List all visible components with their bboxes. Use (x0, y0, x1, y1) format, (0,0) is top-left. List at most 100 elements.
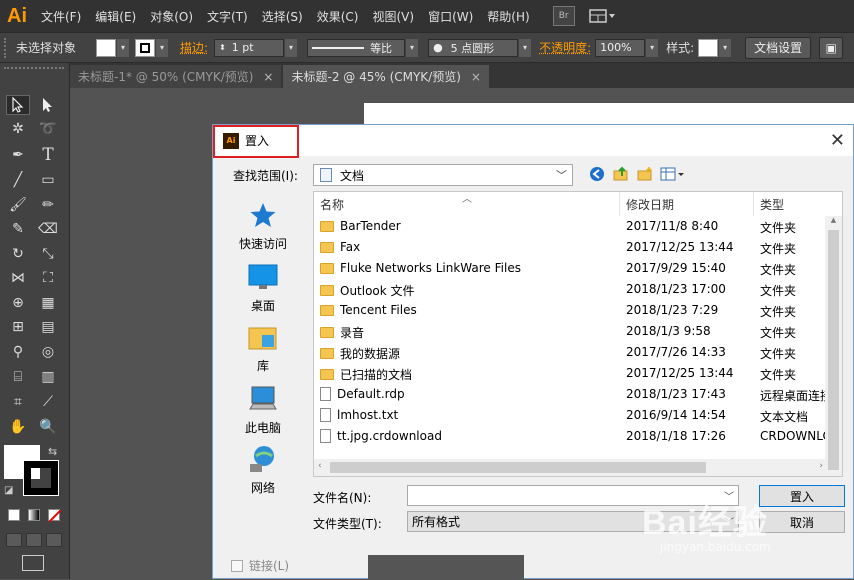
scroll-left-icon[interactable]: ‹ (318, 461, 322, 471)
back-icon[interactable] (587, 164, 607, 184)
artboard-tool-icon[interactable]: ⌗ (6, 392, 30, 412)
checkbox-box[interactable] (231, 560, 243, 572)
opacity-dropdown-icon[interactable]: ▾ (646, 39, 658, 57)
close-icon[interactable]: ✕ (830, 130, 845, 151)
place-quick-access[interactable]: 快速访问 (221, 199, 305, 252)
opacity-field[interactable]: 100% (595, 39, 645, 57)
preferences-icon[interactable]: ▣ (819, 37, 843, 59)
eyedropper-tool-icon[interactable]: ⚲ (6, 342, 30, 362)
brush-dropdown-icon[interactable]: ▾ (519, 39, 531, 57)
rectangle-tool-icon[interactable]: ▭ (36, 170, 60, 190)
close-icon[interactable]: × (263, 70, 273, 84)
chevron-down-icon[interactable]: ﹀ (556, 167, 567, 183)
vertical-scrollbar[interactable]: ▲ (825, 216, 842, 476)
file-row[interactable]: Outlook 文件 2018/1/23 17:00 文件夹 (314, 279, 834, 300)
style-dropdown-icon[interactable]: ▾ (719, 39, 731, 57)
width-tool-icon[interactable]: ⋈ (6, 268, 30, 288)
column-header-date[interactable]: 修改日期 (620, 192, 754, 216)
up-folder-icon[interactable] (611, 164, 631, 184)
magic-wand-tool-icon[interactable]: ✲ (6, 119, 30, 139)
place-desktop[interactable]: 桌面 (221, 261, 305, 314)
file-row[interactable]: 录音 2018/1/3 9:58 文件夹 (314, 321, 834, 342)
direct-selection-tool-icon[interactable] (36, 95, 60, 115)
swap-colors-icon[interactable]: ⇆ (48, 445, 57, 458)
column-header-name[interactable]: 名称 (314, 192, 620, 216)
file-row[interactable]: Default.rdp 2018/1/23 17:43 远程桌面连接 (314, 384, 834, 405)
stepper-icon[interactable]: ⬍ (219, 43, 226, 52)
color-mode-icon[interactable] (8, 509, 20, 521)
document-setup-button[interactable]: 文档设置 (745, 37, 811, 59)
menu-select[interactable]: 选择(S) (255, 8, 310, 25)
place-this-pc[interactable]: 此电脑 (221, 383, 305, 436)
stroke-color-icon[interactable] (24, 461, 58, 495)
brush-definition[interactable]: ● 5 点圆形 (428, 39, 518, 57)
file-row[interactable]: BarTender 2017/11/8 8:40 文件夹 (314, 216, 834, 237)
column-graph-tool-icon[interactable]: ▥ (36, 367, 60, 387)
mesh-tool-icon[interactable]: ⊞ (6, 317, 30, 337)
line-tool-icon[interactable]: ╱ (6, 170, 30, 190)
default-colors-icon[interactable]: ◪ (4, 485, 13, 496)
workspace-switcher-icon[interactable] (589, 6, 619, 26)
tab-document-1[interactable]: 未标题-1* @ 50% (CMYK/预览) × (70, 65, 281, 88)
stroke-dropdown-icon[interactable]: ▾ (156, 39, 168, 57)
stroke-swatch[interactable] (135, 39, 155, 57)
type-tool-icon[interactable]: T (36, 145, 60, 165)
profile-dropdown-icon[interactable]: ▾ (406, 39, 418, 57)
menu-window[interactable]: 窗口(W) (421, 8, 480, 25)
column-header-type[interactable]: 类型 (754, 192, 843, 216)
slice-tool-icon[interactable]: ⟋ (36, 392, 60, 412)
paintbrush-tool-icon[interactable]: 🖌 (6, 195, 30, 215)
variable-width-profile[interactable]: 等比 (307, 39, 405, 57)
eraser-tool-icon[interactable]: ⌫ (36, 219, 60, 239)
scroll-thumb[interactable] (330, 462, 706, 473)
zoom-tool-icon[interactable]: 🔍 (36, 417, 60, 437)
horizontal-scrollbar[interactable]: ‹ › (314, 459, 827, 476)
opacity-label[interactable]: 不透明度: (539, 39, 591, 56)
cancel-button[interactable]: 取消 (759, 511, 845, 533)
place-libraries[interactable]: 库 (221, 321, 305, 374)
scroll-up-icon[interactable]: ▲ (825, 216, 842, 224)
menu-type[interactable]: 文字(T) (200, 8, 255, 25)
menu-object[interactable]: 对象(O) (143, 8, 200, 25)
stroke-weight-dropdown-icon[interactable]: ▾ (285, 39, 297, 57)
menu-view[interactable]: 视图(V) (365, 8, 421, 25)
fill-swatch[interactable] (96, 39, 116, 57)
shape-builder-tool-icon[interactable]: ⊕ (6, 293, 30, 313)
draw-normal-icon[interactable] (6, 533, 22, 547)
none-mode-icon[interactable] (48, 509, 60, 521)
pencil-tool-icon[interactable]: ✏ (36, 195, 60, 215)
file-row[interactable]: Fluke Networks LinkWare Files 2017/9/29 1… (314, 258, 834, 279)
tab-document-2[interactable]: 未标题-2 @ 45% (CMYK/预览) × (283, 65, 488, 88)
symbol-sprayer-tool-icon[interactable]: ⌸ (6, 367, 30, 387)
gradient-tool-icon[interactable]: ▤ (36, 317, 60, 337)
free-transform-tool-icon[interactable]: ⛶ (36, 268, 60, 288)
gradient-mode-icon[interactable] (28, 509, 40, 521)
file-row[interactable]: tt.jpg.crdownload 2018/1/18 17:26 CRDOWNLO… (314, 426, 834, 447)
stroke-weight-field[interactable]: ⬍ 1 pt (214, 39, 284, 57)
file-row[interactable]: 已扫描的文档 2017/12/25 13:44 文件夹 (314, 363, 834, 384)
file-row[interactable]: 我的数据源 2017/7/26 14:33 文件夹 (314, 342, 834, 363)
pen-tool-icon[interactable]: ✒ (6, 145, 30, 165)
scale-tool-icon[interactable]: ⤡ (36, 244, 60, 264)
draw-behind-icon[interactable] (26, 533, 42, 547)
close-icon[interactable]: × (471, 70, 481, 84)
blob-brush-tool-icon[interactable]: ✎ (6, 219, 30, 239)
stroke-label[interactable]: 描边: (180, 39, 208, 56)
file-row[interactable]: lmhost.txt 2016/9/14 14:54 文本文档 (314, 405, 834, 426)
hand-tool-icon[interactable]: ✋ (6, 417, 30, 437)
place-network[interactable]: 网络 (221, 443, 305, 496)
scroll-right-icon[interactable]: › (819, 461, 823, 471)
perspective-grid-tool-icon[interactable]: ▦ (36, 293, 60, 313)
link-checkbox[interactable]: 链接(L) (231, 557, 289, 574)
file-row[interactable]: Tencent Files 2018/1/23 7:29 文件夹 (314, 300, 834, 321)
graphic-style-swatch[interactable] (698, 39, 718, 57)
menu-help[interactable]: 帮助(H) (480, 8, 536, 25)
lasso-tool-icon[interactable]: ➰ (36, 119, 60, 139)
new-folder-icon[interactable] (635, 164, 655, 184)
scroll-thumb[interactable] (828, 230, 839, 470)
menu-edit[interactable]: 编辑(E) (88, 8, 143, 25)
bridge-button[interactable]: Br (553, 6, 575, 26)
file-row[interactable]: Fax 2017/12/25 13:44 文件夹 (314, 237, 834, 258)
draw-inside-icon[interactable] (46, 533, 62, 547)
selection-tool-icon[interactable] (6, 95, 30, 115)
